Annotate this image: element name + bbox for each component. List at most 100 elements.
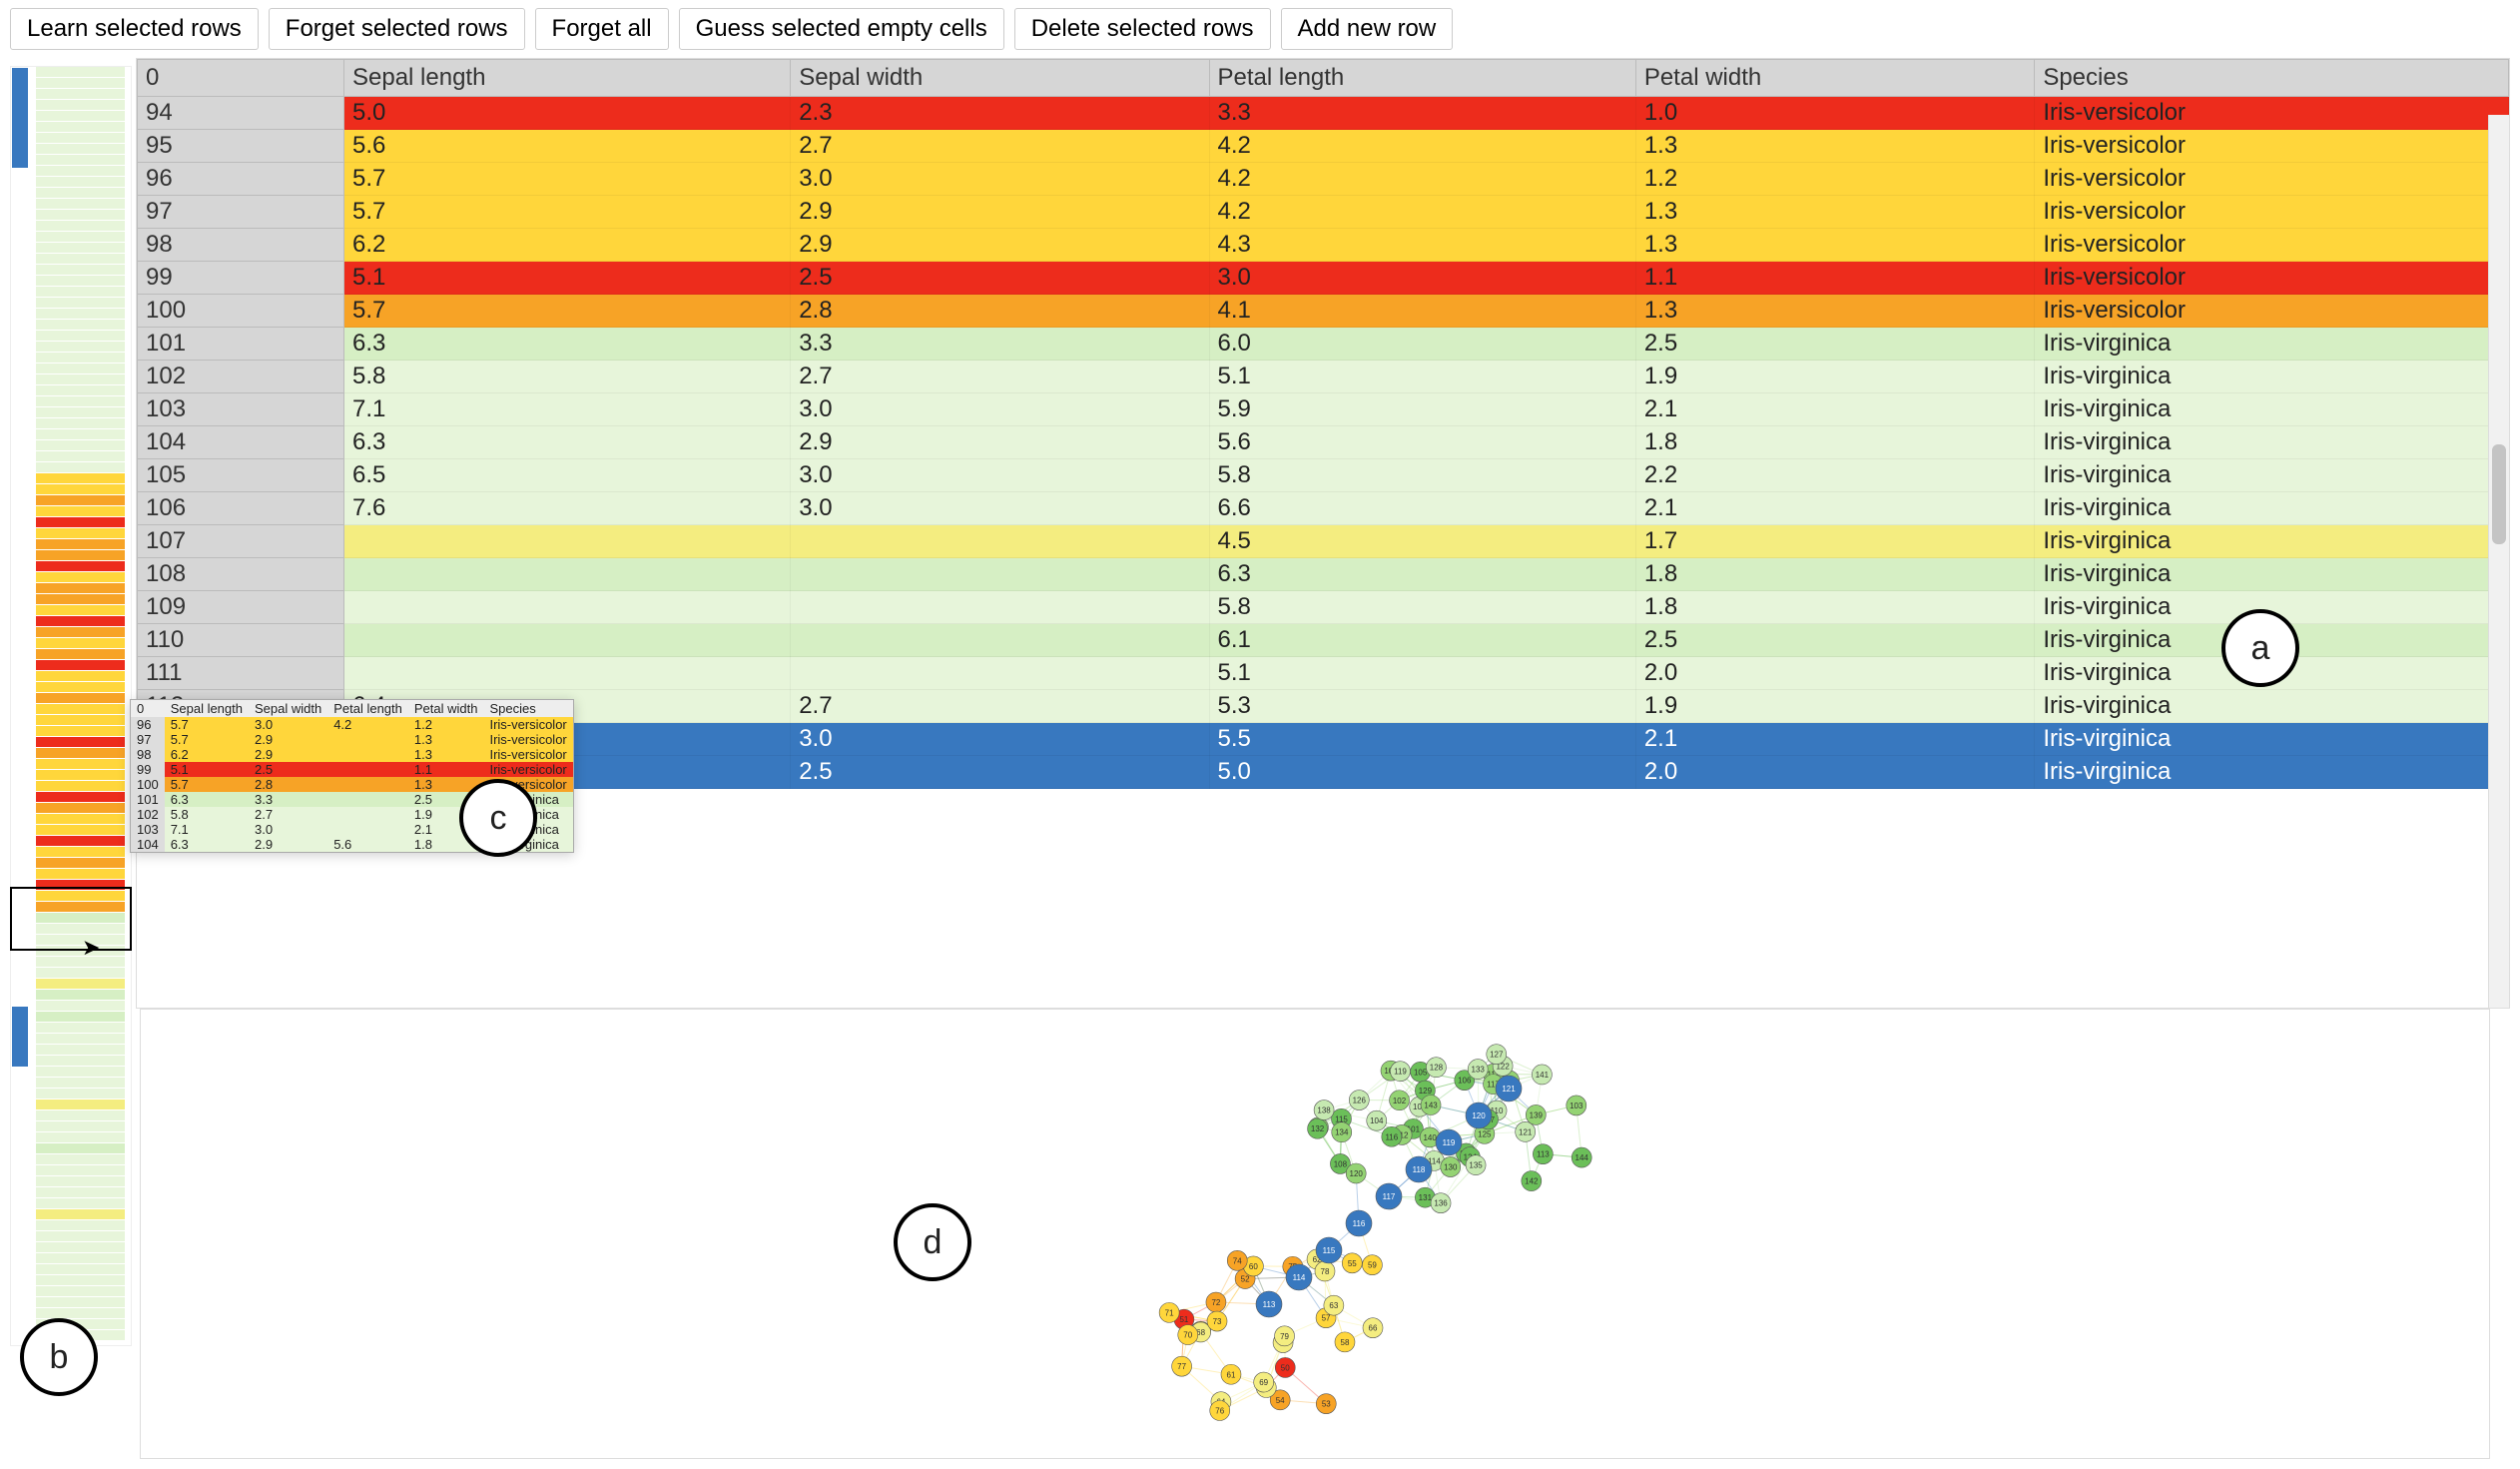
- delete-button[interactable]: Delete selected rows: [1014, 8, 1271, 50]
- cell[interactable]: 2.3: [791, 97, 1209, 130]
- cell[interactable]: Iris-virginica: [2035, 756, 2509, 789]
- cell[interactable]: 1.9: [1635, 690, 2035, 723]
- table-row[interactable]: 945.02.33.31.0Iris-versicolor: [138, 97, 2509, 130]
- cell[interactable]: 2.0: [1635, 756, 2035, 789]
- cell[interactable]: Iris-virginica: [2035, 459, 2509, 492]
- cell[interactable]: Iris-virginica: [2035, 492, 2509, 525]
- cell[interactable]: 5.6: [1209, 426, 1635, 459]
- table-row[interactable]: 955.62.74.21.3Iris-versicolor: [138, 130, 2509, 163]
- cell[interactable]: Iris-virginica: [2035, 723, 2509, 756]
- col-header[interactable]: Sepal length: [344, 60, 791, 97]
- cell[interactable]: 99: [138, 262, 344, 295]
- cell[interactable]: 5.6: [344, 130, 791, 163]
- cell[interactable]: [344, 591, 791, 624]
- cell[interactable]: Iris-versicolor: [2035, 229, 2509, 262]
- cell[interactable]: 5.1: [1209, 657, 1635, 690]
- cell[interactable]: 2.5: [791, 262, 1209, 295]
- cell[interactable]: 3.3: [791, 328, 1209, 361]
- graph-panel[interactable]: 5051525354555657585960616263646566676869…: [140, 1009, 2490, 1459]
- cell[interactable]: 110: [138, 624, 344, 657]
- cell[interactable]: [791, 657, 1209, 690]
- cell[interactable]: 6.2: [344, 229, 791, 262]
- cell[interactable]: Iris-virginica: [2035, 558, 2509, 591]
- cell[interactable]: 1.3: [1635, 229, 2035, 262]
- cell[interactable]: Iris-versicolor: [2035, 262, 2509, 295]
- cell[interactable]: 2.8: [791, 295, 1209, 328]
- cell[interactable]: 5.3: [1209, 690, 1635, 723]
- cell[interactable]: 104: [138, 426, 344, 459]
- cell[interactable]: [344, 558, 791, 591]
- cell[interactable]: 111: [138, 657, 344, 690]
- cell[interactable]: Iris-versicolor: [2035, 295, 2509, 328]
- cell[interactable]: 2.5: [1635, 624, 2035, 657]
- cell[interactable]: 2.5: [1635, 328, 2035, 361]
- cell[interactable]: 1.3: [1635, 196, 2035, 229]
- cell[interactable]: 2.7: [791, 361, 1209, 393]
- cell[interactable]: 2.9: [791, 196, 1209, 229]
- table-row[interactable]: 986.22.94.31.3Iris-versicolor: [138, 229, 2509, 262]
- cell[interactable]: 2.1: [1635, 723, 2035, 756]
- cell[interactable]: Iris-versicolor: [2035, 196, 2509, 229]
- cell[interactable]: 4.2: [1209, 130, 1635, 163]
- cell[interactable]: Iris-virginica: [2035, 525, 2509, 558]
- cell[interactable]: 7.1: [344, 393, 791, 426]
- cell[interactable]: 5.8: [1209, 591, 1635, 624]
- cell[interactable]: 1.8: [1635, 558, 2035, 591]
- cell[interactable]: [344, 525, 791, 558]
- cell[interactable]: 97: [138, 196, 344, 229]
- cell[interactable]: 6.3: [1209, 558, 1635, 591]
- cell[interactable]: 5.9: [1209, 393, 1635, 426]
- cell[interactable]: 2.1: [1635, 492, 2035, 525]
- cell[interactable]: 6.3: [344, 426, 791, 459]
- cell[interactable]: 2.0: [1635, 657, 2035, 690]
- cell[interactable]: 3.0: [791, 723, 1209, 756]
- table-row[interactable]: 1106.12.5Iris-virginica: [138, 624, 2509, 657]
- overview-strip[interactable]: ➤: [10, 58, 130, 1346]
- cell[interactable]: 1.7: [1635, 525, 2035, 558]
- table-row[interactable]: 1046.32.95.61.8Iris-virginica: [138, 426, 2509, 459]
- cell[interactable]: 6.0: [1209, 328, 1635, 361]
- cell[interactable]: 106: [138, 492, 344, 525]
- cell[interactable]: 2.1: [1635, 393, 2035, 426]
- col-header[interactable]: Petal width: [1635, 60, 2035, 97]
- table-row[interactable]: 1005.72.84.11.3Iris-versicolor: [138, 295, 2509, 328]
- cell[interactable]: 2.7: [791, 690, 1209, 723]
- forget-all-button[interactable]: Forget all: [535, 8, 669, 50]
- cell[interactable]: 3.3: [1209, 97, 1635, 130]
- cell[interactable]: 3.0: [791, 393, 1209, 426]
- cell[interactable]: 3.0: [791, 492, 1209, 525]
- cell[interactable]: 5.7: [344, 163, 791, 196]
- learn-button[interactable]: Learn selected rows: [10, 8, 259, 50]
- cell[interactable]: 1.3: [1635, 130, 2035, 163]
- cell[interactable]: 4.2: [1209, 163, 1635, 196]
- cell[interactable]: 5.0: [344, 97, 791, 130]
- cell[interactable]: 1.3: [1635, 295, 2035, 328]
- cell[interactable]: 3.0: [791, 163, 1209, 196]
- cell[interactable]: 103: [138, 393, 344, 426]
- cell[interactable]: 1.2: [1635, 163, 2035, 196]
- cell[interactable]: 96: [138, 163, 344, 196]
- col-header[interactable]: Petal length: [1209, 60, 1635, 97]
- overview-viewport-box[interactable]: [10, 887, 132, 951]
- cell[interactable]: 2.5: [791, 756, 1209, 789]
- cell[interactable]: 4.2: [1209, 196, 1635, 229]
- table-row[interactable]: 1037.13.05.92.1Iris-virginica: [138, 393, 2509, 426]
- table-row[interactable]: 108 6.31.8Iris-virginica: [138, 558, 2509, 591]
- cell[interactable]: Iris-virginica: [2035, 426, 2509, 459]
- cell[interactable]: 7.6: [344, 492, 791, 525]
- cell[interactable]: 4.3: [1209, 229, 1635, 262]
- cell[interactable]: 108: [138, 558, 344, 591]
- table-row[interactable]: 1025.82.75.11.9Iris-virginica: [138, 361, 2509, 393]
- table-row[interactable]: 1095.81.8Iris-virginica: [138, 591, 2509, 624]
- forget-button[interactable]: Forget selected rows: [269, 8, 525, 50]
- cell[interactable]: 1.9: [1635, 361, 2035, 393]
- cell[interactable]: 101: [138, 328, 344, 361]
- table-row[interactable]: 995.12.53.01.1Iris-versicolor: [138, 262, 2509, 295]
- cell[interactable]: 94: [138, 97, 344, 130]
- cell[interactable]: 95: [138, 130, 344, 163]
- cell[interactable]: Iris-virginica: [2035, 690, 2509, 723]
- cell[interactable]: 5.8: [1209, 459, 1635, 492]
- similarity-graph[interactable]: 5051525354555657585960616263646566676869…: [920, 1009, 1678, 1459]
- cell[interactable]: 3.0: [1209, 262, 1635, 295]
- cell[interactable]: 5.7: [344, 196, 791, 229]
